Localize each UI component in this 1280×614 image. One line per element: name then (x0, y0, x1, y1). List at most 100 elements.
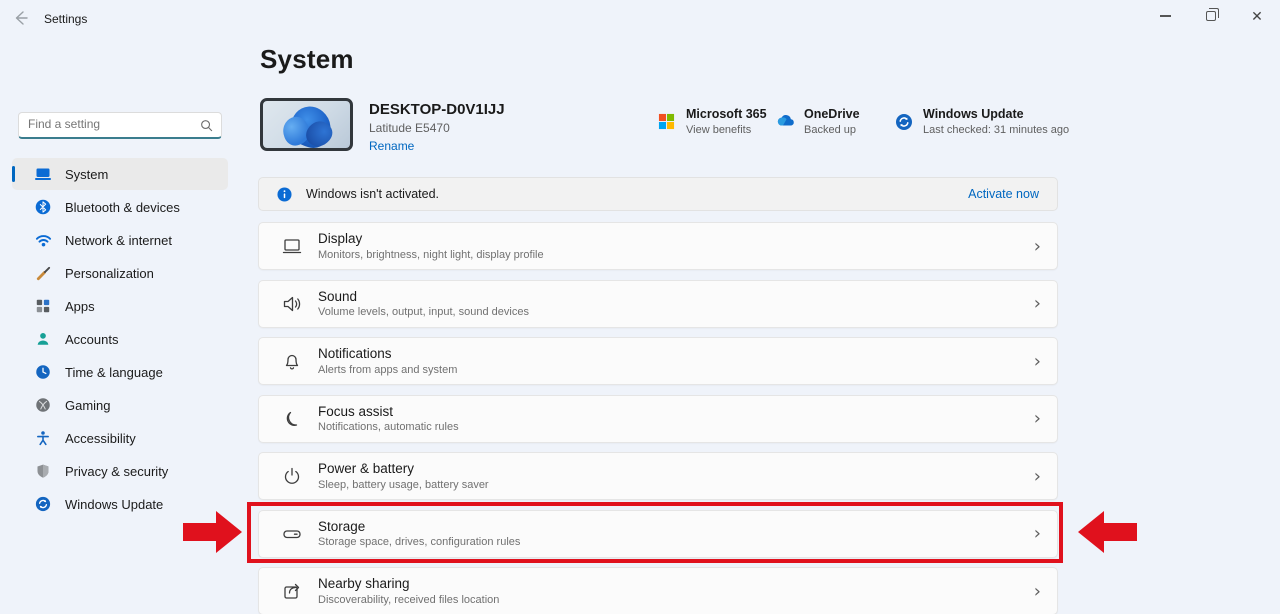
row-subtitle: Notifications, automatic rules (318, 421, 459, 433)
row-nearby-sharing[interactable]: Nearby sharing Discoverability, received… (258, 567, 1058, 614)
activation-banner: Windows isn't activated. Activate now (258, 177, 1058, 211)
chevron-right-icon: › (1034, 466, 1041, 487)
row-subtitle: Volume levels, output, input, sound devi… (318, 306, 529, 318)
drive-icon (281, 523, 303, 545)
bell-icon (281, 350, 303, 372)
quick-link-microsoft-365[interactable]: Microsoft 365 View benefits (658, 107, 767, 136)
search-box[interactable] (18, 112, 222, 139)
chevron-right-icon: › (1034, 581, 1041, 602)
moon-icon (281, 408, 303, 430)
sidebar-item-label: Privacy & security (65, 464, 168, 479)
chevron-right-icon: › (1034, 236, 1041, 257)
system-icon (34, 165, 52, 183)
sidebar-item-accessibility[interactable]: Accessibility (12, 422, 228, 454)
row-subtitle: Sleep, battery usage, battery saver (318, 479, 489, 491)
quick-link-subtitle: Backed up (804, 124, 860, 136)
sidebar-item-bluetooth-devices[interactable]: Bluetooth & devices (12, 191, 228, 223)
row-title: Nearby sharing (318, 576, 499, 591)
sidebar-item-label: Network & internet (65, 233, 172, 248)
row-title: Notifications (318, 346, 457, 361)
accessibility-person-icon (34, 429, 52, 447)
share-icon (281, 580, 303, 602)
row-subtitle: Alerts from apps and system (318, 364, 457, 376)
minimize-icon (1160, 15, 1171, 16)
titlebar: Settings ✕ (0, 0, 1280, 34)
settings-list: Display Monitors, brightness, night ligh… (258, 222, 1058, 614)
device-name: DESKTOP-D0V1IJJ (369, 101, 505, 118)
row-storage[interactable]: Storage Storage space, drives, configura… (258, 510, 1058, 558)
quick-link-title: Microsoft 365 (686, 107, 767, 121)
close-button[interactable]: ✕ (1234, 0, 1280, 32)
xbox-icon (34, 396, 52, 414)
row-subtitle: Discoverability, received files location (318, 594, 499, 606)
sidebar-item-label: Gaming (65, 398, 111, 413)
banner-message: Windows isn't activated. (306, 187, 439, 201)
shield-icon (34, 462, 52, 480)
chevron-right-icon: › (1034, 408, 1041, 429)
speaker-icon (281, 293, 303, 315)
sidebar: System Bluetooth & devices Network & int… (0, 104, 240, 521)
bluetooth-icon (34, 198, 52, 216)
back-icon[interactable] (12, 9, 30, 27)
chevron-right-icon: › (1034, 523, 1041, 544)
row-title: Power & battery (318, 461, 489, 476)
search-icon (200, 119, 213, 132)
sidebar-item-windows-update[interactable]: Windows Update (12, 488, 228, 520)
person-icon (34, 330, 52, 348)
sidebar-item-privacy-security[interactable]: Privacy & security (12, 455, 228, 487)
row-focus-assist[interactable]: Focus assist Notifications, automatic ru… (258, 395, 1058, 443)
restore-button[interactable] (1188, 0, 1234, 32)
sidebar-item-personalization[interactable]: Personalization (12, 257, 228, 289)
sidebar-item-label: Bluetooth & devices (65, 200, 180, 215)
sidebar-item-label: Time & language (65, 365, 163, 380)
info-icon (277, 187, 292, 202)
row-title: Storage (318, 519, 520, 534)
sidebar-item-label: System (65, 167, 108, 182)
row-title: Sound (318, 289, 529, 304)
quick-link-onedrive[interactable]: OneDrive Backed up (776, 107, 860, 136)
power-icon (281, 465, 303, 487)
sidebar-item-label: Apps (65, 299, 95, 314)
sidebar-item-label: Windows Update (65, 497, 163, 512)
device-thumbnail (260, 98, 353, 151)
sidebar-item-apps[interactable]: Apps (12, 290, 228, 322)
sidebar-item-label: Accessibility (65, 431, 136, 446)
minimize-button[interactable] (1142, 0, 1188, 32)
activate-now-link[interactable]: Activate now (968, 187, 1039, 201)
close-icon: ✕ (1251, 9, 1263, 23)
sidebar-item-time-language[interactable]: Time & language (12, 356, 228, 388)
sidebar-item-network-internet[interactable]: Network & internet (12, 224, 228, 256)
brush-icon (34, 264, 52, 282)
device-model: Latitude E5470 (369, 121, 505, 135)
row-sound[interactable]: Sound Volume levels, output, input, soun… (258, 280, 1058, 328)
page-title: System (260, 44, 354, 75)
device-card: DESKTOP-D0V1IJJ Latitude E5470 Rename (260, 98, 505, 153)
row-display[interactable]: Display Monitors, brightness, night ligh… (258, 222, 1058, 270)
onedrive-cloud-icon (776, 113, 794, 131)
quick-link-subtitle: Last checked: 31 minutes ago (923, 124, 1069, 136)
row-subtitle: Monitors, brightness, night light, displ… (318, 249, 544, 261)
rename-link[interactable]: Rename (369, 139, 505, 153)
display-icon (281, 235, 303, 257)
sidebar-item-gaming[interactable]: Gaming (12, 389, 228, 421)
quick-link-title: Windows Update (923, 107, 1069, 121)
row-title: Display (318, 231, 544, 246)
restore-icon (1206, 11, 1216, 21)
update-icon (34, 495, 52, 513)
sidebar-item-accounts[interactable]: Accounts (12, 323, 228, 355)
row-title: Focus assist (318, 404, 459, 419)
wifi-icon (34, 231, 52, 249)
row-power-battery[interactable]: Power & battery Sleep, battery usage, ba… (258, 452, 1058, 500)
window-title: Settings (44, 12, 87, 26)
sidebar-item-label: Personalization (65, 266, 154, 281)
sidebar-nav: System Bluetooth & devices Network & int… (0, 158, 240, 520)
apps-grid-icon (34, 297, 52, 315)
row-subtitle: Storage space, drives, configuration rul… (318, 536, 520, 548)
clock-globe-icon (34, 363, 52, 381)
search-input[interactable] (19, 113, 221, 137)
row-notifications[interactable]: Notifications Alerts from apps and syste… (258, 337, 1058, 385)
sidebar-item-system[interactable]: System (12, 158, 228, 190)
quick-link-title: OneDrive (804, 107, 860, 121)
quick-link-windows-update[interactable]: Windows Update Last checked: 31 minutes … (895, 107, 1069, 136)
microsoft-logo-icon (658, 113, 676, 131)
